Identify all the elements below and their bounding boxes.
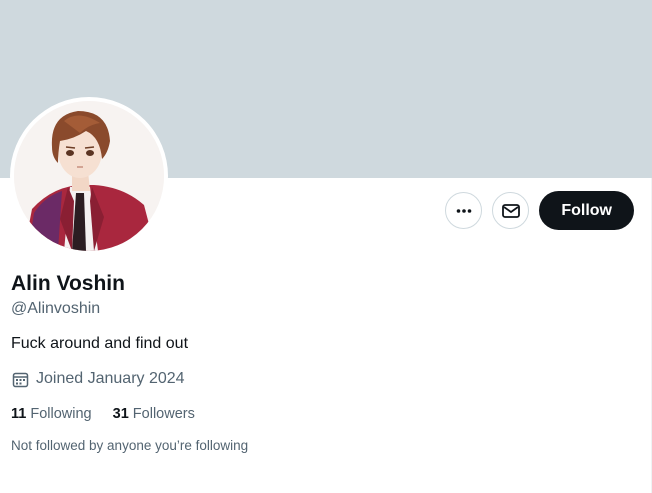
more-horizontal-icon <box>456 208 472 213</box>
followers-label: Followers <box>132 406 195 422</box>
avatar-illustration <box>14 101 164 251</box>
following-count: 11 <box>11 406 27 422</box>
following-label: Following <box>30 406 92 422</box>
envelope-icon <box>501 203 520 218</box>
profile-info: Alin Voshin @Alinvoshin Fuck around and … <box>11 268 632 455</box>
avatar-frame <box>10 97 168 255</box>
handle: @Alinvoshin <box>11 300 101 317</box>
join-date-text: Joined January 2024 <box>36 370 185 387</box>
join-date: Joined January 2024 <box>11 369 632 389</box>
followers-link[interactable]: 31 Followers <box>113 404 195 424</box>
mutual-followers-note: Not followed by anyone you’re following <box>11 438 249 453</box>
follow-stats: 11 Following 31 Followers <box>11 404 632 424</box>
more-button[interactable] <box>445 192 483 229</box>
bio: Fuck around and find out <box>11 335 189 352</box>
avatar[interactable] <box>14 101 164 251</box>
follow-button-label: Follow <box>561 201 612 219</box>
calendar-icon <box>12 372 29 387</box>
follow-button[interactable]: Follow <box>539 191 634 230</box>
following-link[interactable]: 11 Following <box>11 404 92 424</box>
message-button[interactable] <box>492 192 530 229</box>
followers-count: 31 <box>112 406 129 422</box>
profile-actions: Follow <box>445 191 634 230</box>
display-name: Alin Voshin <box>11 272 125 295</box>
